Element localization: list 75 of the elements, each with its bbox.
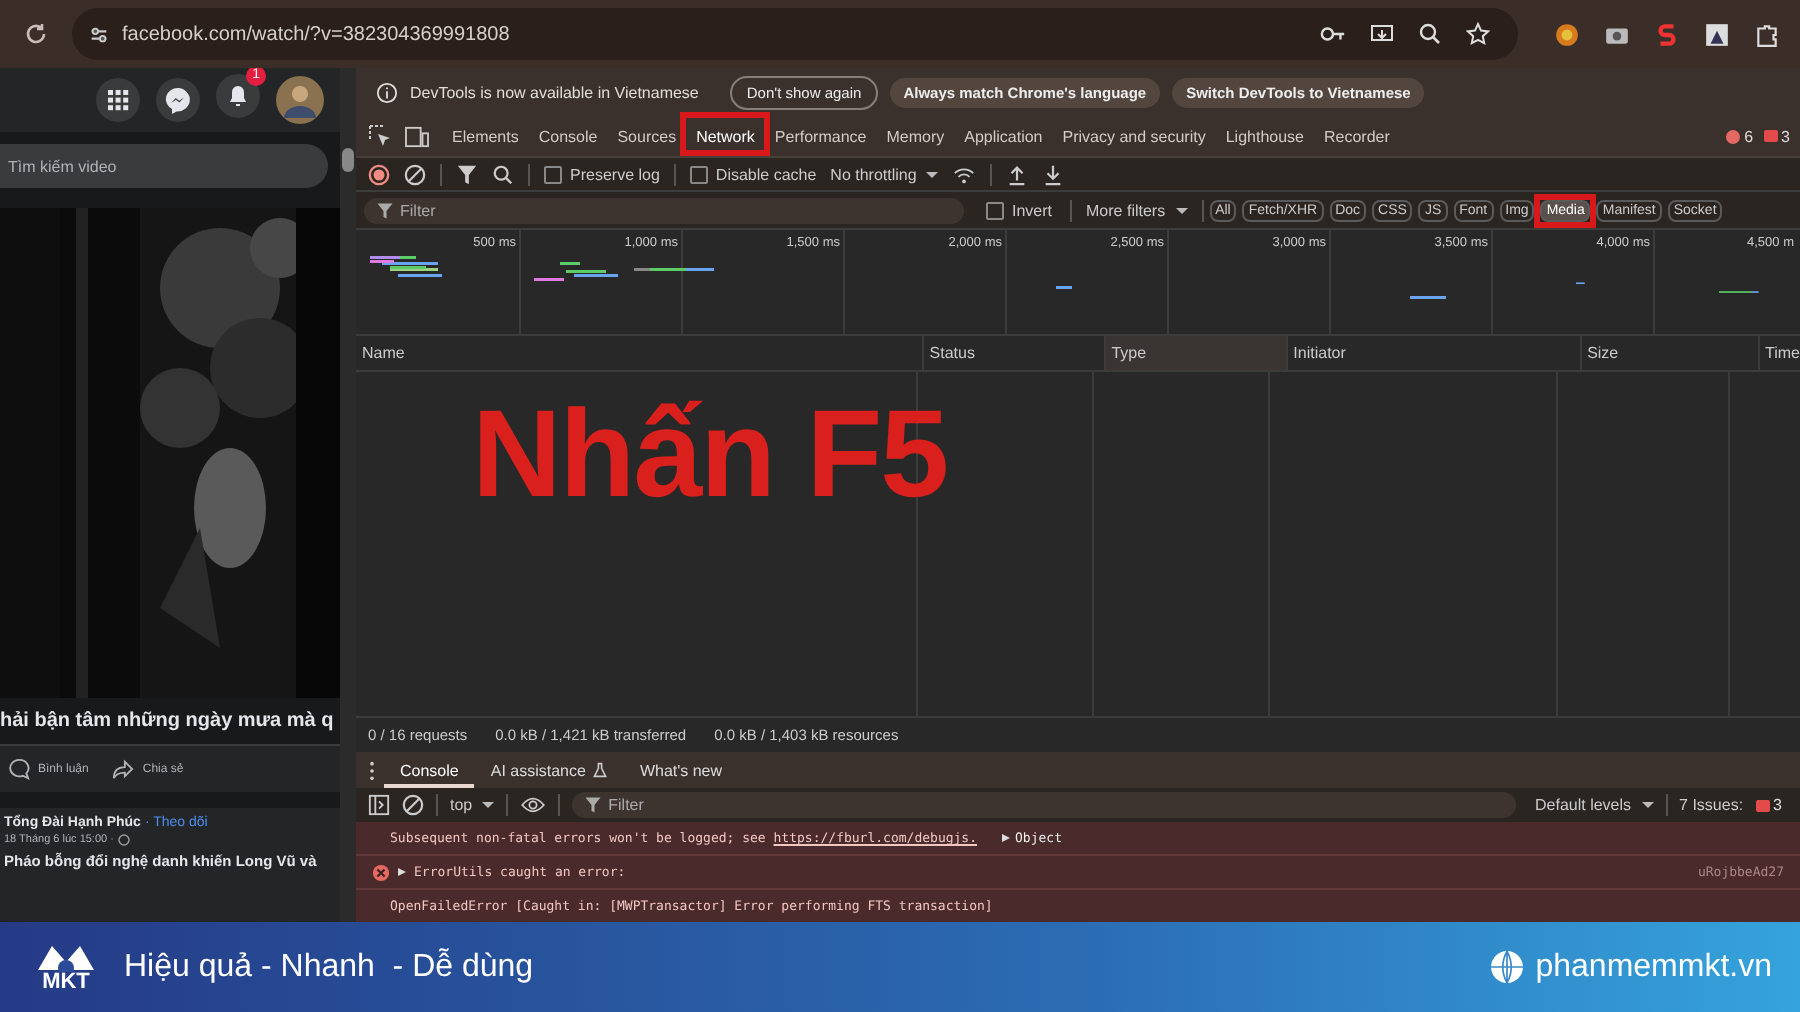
panel-tab[interactable]: Recorder <box>1314 116 1400 156</box>
menu-icon[interactable] <box>96 78 140 122</box>
drawer-tab[interactable]: AI assistance <box>474 752 624 788</box>
filter-icon[interactable] <box>456 163 478 185</box>
url-text: facebook.com/watch/?v=382304369991808 <box>122 23 510 45</box>
slogan: Hiệu quả - Nhanh - Dễ dùng <box>124 949 534 985</box>
download-icon[interactable] <box>1042 163 1065 185</box>
column-header[interactable]: Initiator <box>1287 336 1582 370</box>
disable-cache-checkbox[interactable]: Disable cache <box>689 165 817 183</box>
clear-icon[interactable] <box>404 163 426 185</box>
annotation-text: Nhấn F5 <box>472 384 948 526</box>
drawer-tab[interactable]: Console <box>384 752 475 788</box>
sidebar-icon[interactable] <box>368 794 390 816</box>
zoom-icon[interactable] <box>1418 22 1442 46</box>
more-filters-dropdown[interactable]: More filters <box>1086 201 1188 219</box>
filter-icon <box>584 796 603 814</box>
reload-icon[interactable] <box>24 22 48 46</box>
search-icon[interactable] <box>492 163 514 185</box>
info-message: DevTools is now available in Vietnamese <box>410 83 699 101</box>
flask-icon <box>591 762 608 778</box>
panel-tab[interactable]: Privacy and security <box>1052 116 1216 156</box>
install-icon[interactable] <box>1370 22 1394 46</box>
avatar[interactable] <box>276 76 324 124</box>
clear-icon[interactable] <box>402 794 424 816</box>
more-icon[interactable] <box>368 759 376 781</box>
panel-tab[interactable]: Console <box>528 116 608 156</box>
panel-tab[interactable]: Sources <box>607 116 687 156</box>
globe-icon <box>117 834 130 846</box>
record-icon[interactable] <box>368 163 390 185</box>
throttling-select[interactable]: No throttling <box>830 165 939 183</box>
invert-checkbox[interactable]: Invert <box>986 201 1053 219</box>
globe-icon <box>1489 950 1524 984</box>
filter-icon <box>376 201 394 219</box>
warning-count[interactable]: 3 <box>1763 116 1790 156</box>
upload-icon[interactable] <box>1006 163 1029 185</box>
panel-tab[interactable]: Lighthouse <box>1215 116 1314 156</box>
site-settings-icon[interactable] <box>88 23 110 45</box>
extension-icon[interactable] <box>1554 21 1580 47</box>
preserve-log-checkbox[interactable]: Preserve log <box>544 165 660 183</box>
wifi-icon[interactable] <box>952 163 977 185</box>
address-bar[interactable]: facebook.com/watch/?v=382304369991808 <box>72 8 1518 60</box>
logo-text: MKT <box>42 972 90 994</box>
star-icon[interactable] <box>1466 22 1490 46</box>
issue-count[interactable]: 3 <box>1755 796 1782 814</box>
panel-tab[interactable]: Elements <box>442 116 529 156</box>
inspect-icon[interactable] <box>368 124 392 148</box>
website-text: phanmemmkt.vn <box>1535 949 1772 985</box>
column-header[interactable]: Name <box>356 336 924 370</box>
extension-icon[interactable] <box>1704 21 1730 47</box>
eye-icon[interactable] <box>520 796 547 814</box>
column-header[interactable]: Type <box>1105 336 1288 370</box>
panel-tab[interactable]: Performance <box>764 116 877 156</box>
context-dropdown[interactable]: top <box>450 796 495 814</box>
search-field[interactable]: Tìm kiếm video <box>0 144 328 188</box>
device-toolbar-icon[interactable] <box>404 125 430 147</box>
filter-field[interactable]: Filter <box>364 197 964 223</box>
key-icon[interactable] <box>1320 24 1346 44</box>
info-icon <box>376 81 398 103</box>
issues-label[interactable]: 7 Issues: <box>1679 796 1744 814</box>
levels-dropdown[interactable]: Default levels <box>1535 796 1654 814</box>
share-icon[interactable] <box>112 758 135 780</box>
column-header[interactable]: Time <box>1759 336 1800 370</box>
error-count[interactable]: 6 <box>1726 116 1754 156</box>
messenger-icon[interactable] <box>156 78 200 122</box>
panel-tab[interactable]: Network <box>686 116 765 156</box>
column-header[interactable]: Size <box>1581 336 1759 370</box>
panel-tab[interactable]: Application <box>954 116 1053 156</box>
drawer-tab[interactable]: What's new <box>623 752 739 788</box>
scrollbar[interactable] <box>340 68 356 922</box>
expand-icon[interactable] <box>398 868 406 876</box>
console-filter-field[interactable]: Filter <box>572 792 1515 818</box>
error-icon <box>372 863 390 881</box>
panel-tab[interactable]: Memory <box>876 116 955 156</box>
puzzle-icon[interactable] <box>1754 21 1780 47</box>
comment-icon[interactable] <box>8 758 30 780</box>
